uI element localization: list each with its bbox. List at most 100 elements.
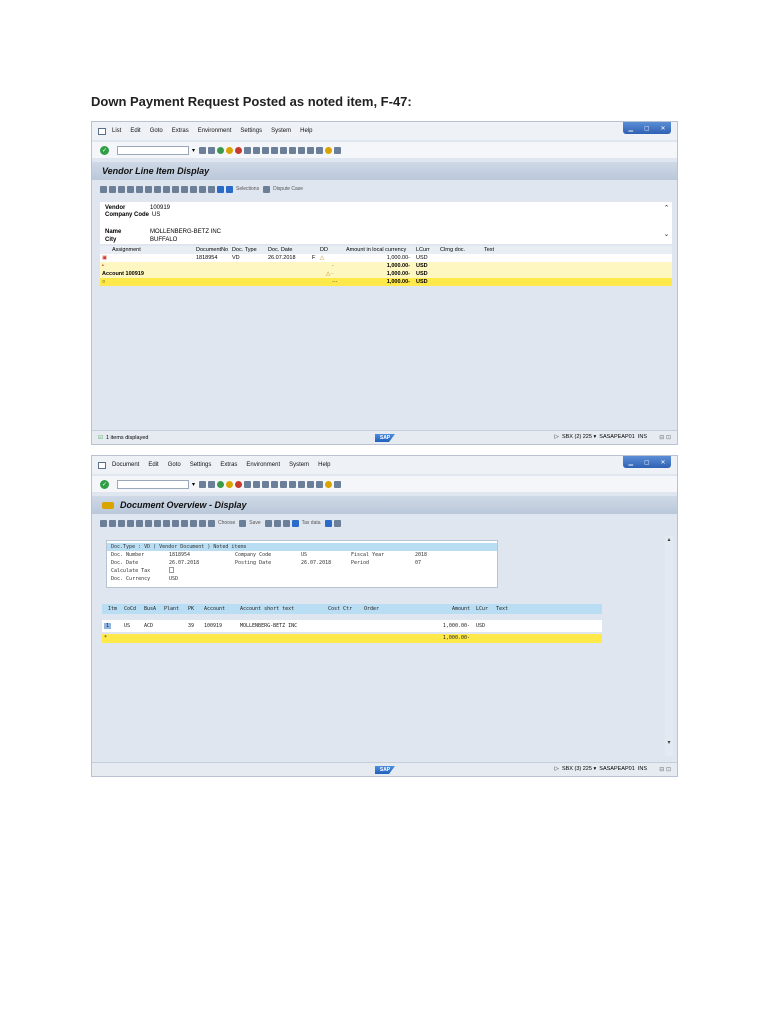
scroll-up-icon[interactable]: ⌃ [663,204,670,212]
col-cost-ctr[interactable]: Cost Ctr [328,606,352,612]
display-currency-icon[interactable] [273,519,281,527]
choose-icon[interactable] [208,519,215,527]
print-icon[interactable] [244,480,252,488]
menu-extras[interactable]: Extras [220,462,237,468]
back-icon[interactable] [217,480,225,488]
save-icon[interactable] [208,146,216,154]
info-icon[interactable] [324,519,332,527]
menu-list[interactable]: List [112,128,121,134]
dispute-case-icon[interactable] [263,185,271,193]
minimize-icon[interactable]: ▁ [628,125,633,132]
last-page-icon[interactable] [298,480,306,488]
system-info[interactable]: ▷ SBX (2) 225 ▾ SASAPEAP01 INS [555,434,647,440]
dispute-case-button[interactable]: Dispute Case [273,186,303,192]
vertical-scrollbar[interactable]: ▴ ▾ [665,536,673,756]
command-field[interactable] [117,479,189,489]
col-doc-type[interactable]: Doc. Type [232,247,257,253]
menu-settings[interactable]: Settings [190,462,212,468]
shortcut-icon[interactable] [316,146,324,154]
table-row[interactable]: 1 US ACD 39 100919 MOLLENBERG-BETZ INC 1… [102,620,602,632]
print-list-icon[interactable] [163,519,170,527]
exit-icon[interactable] [226,146,234,154]
display-change-icon[interactable] [100,519,107,527]
table-row[interactable]: ○ ··· 1,000.00- USD [100,278,672,286]
total-icon[interactable] [172,185,179,193]
layout-icon[interactable] [334,480,342,488]
scroll-up-icon[interactable]: ▴ [665,536,673,543]
first-page-icon[interactable] [271,146,279,154]
other-doc-icon[interactable] [118,519,125,527]
command-dropdown-icon[interactable]: ▾ [192,481,195,488]
next-item-icon[interactable] [145,519,152,527]
col-clrng-doc[interactable]: Clrng doc. [440,247,465,253]
col-busa[interactable]: BusA [144,606,156,612]
menu-environment[interactable]: Environment [198,128,232,134]
total-icon[interactable] [190,519,197,527]
prev-page-icon[interactable] [280,146,288,154]
sort-desc-icon[interactable] [154,185,161,193]
command-dropdown-icon[interactable]: ▾ [192,147,195,154]
back-arrow-icon[interactable] [199,480,207,488]
maximize-icon[interactable]: ▢ [644,459,650,466]
status-tray-icons[interactable]: ⊟ ⊡ [659,434,671,441]
next-page-icon[interactable] [289,146,297,154]
find-icon[interactable] [253,146,261,154]
col-order[interactable]: Order [364,606,379,612]
close-icon[interactable]: ✕ [661,459,666,466]
tax-data-button[interactable]: Tax data [302,520,321,526]
last-page-icon[interactable] [298,146,306,154]
close-icon[interactable]: ✕ [661,125,666,132]
table-row[interactable]: ▪ · 1,000.00- USD [100,262,672,270]
maximize-icon[interactable]: ▢ [644,125,650,132]
filter-icon[interactable] [163,185,170,193]
col-account-short-text[interactable]: Account short text [240,606,294,612]
display-mode-icon[interactable] [102,501,114,509]
find-next-icon[interactable] [262,146,270,154]
sort-icon[interactable] [181,519,188,527]
col-doc-date[interactable]: Doc. Date [268,247,292,253]
subtotal-icon[interactable] [181,185,188,193]
table-row[interactable]: Account 100919 △·· 1,000.00- USD [100,270,672,278]
sap-menu-icon[interactable] [98,127,106,135]
choose-button[interactable]: Choose [218,520,235,526]
menu-extras[interactable]: Extras [172,128,189,134]
col-text[interactable]: Text [496,606,508,612]
help-icon[interactable] [325,480,333,488]
save-button[interactable]: Save [249,520,260,526]
back-arrow-icon[interactable] [199,146,207,154]
enter-button[interactable]: ✓ [100,479,109,489]
menu-system[interactable]: System [289,462,309,468]
edit-icon[interactable] [109,519,116,527]
status-tray-icons[interactable]: ⊟ ⊡ [659,766,671,773]
col-account[interactable]: Account [204,606,225,612]
scroll-down-icon[interactable]: ▾ [665,739,673,746]
prev-item-icon[interactable] [136,519,143,527]
layout-icon[interactable] [334,146,342,154]
col-lcurr[interactable]: LCurr [416,247,430,253]
menu-goto[interactable]: Goto [168,462,181,468]
table-row[interactable]: ▣ 1818954 VD 26.07.2018 F △ 1,000.00- US… [100,254,672,262]
cancel-icon[interactable] [235,146,243,154]
refresh-icon[interactable] [100,185,107,193]
minimize-icon[interactable]: ▁ [628,459,633,466]
sort-asc-icon[interactable] [145,185,152,193]
col-assignment[interactable]: Assignment [112,247,141,253]
table-row[interactable]: * 1,000.00- [102,634,602,643]
new-session-icon[interactable] [307,146,315,154]
find-next-icon[interactable] [262,480,270,488]
menu-document[interactable]: Document [112,462,139,468]
prev-page-icon[interactable] [280,480,288,488]
sap-menu-icon[interactable] [98,461,106,469]
col-itm[interactable]: Itm [108,606,117,612]
new-session-icon[interactable] [307,480,315,488]
shortcut-icon[interactable] [316,480,324,488]
select-all-icon[interactable] [118,185,125,193]
selections-icon[interactable] [226,185,233,193]
info-icon[interactable] [217,185,224,193]
header-scrollbar[interactable]: ⌃ ⌄ [663,204,670,242]
selections-button[interactable]: Selections [236,186,259,192]
col-dd[interactable]: DD [320,247,328,253]
menu-system[interactable]: System [271,128,291,134]
back-icon[interactable] [217,146,225,154]
menu-help[interactable]: Help [318,462,330,468]
